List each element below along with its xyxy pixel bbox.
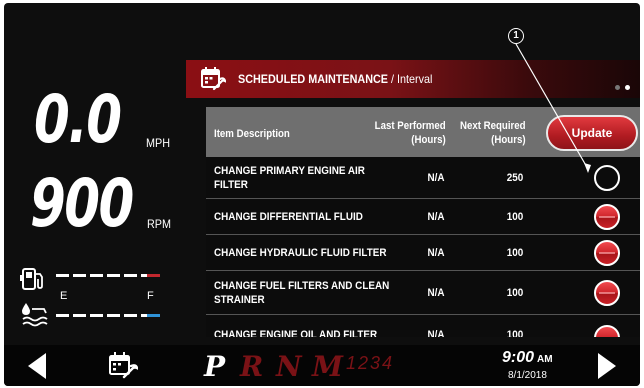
clock-date: 8/1/2018 xyxy=(508,370,547,381)
forward-arrow-icon[interactable] xyxy=(598,353,616,379)
gear-park: P xyxy=(204,350,226,383)
gear-reverse: R xyxy=(240,350,264,383)
callout-pointer xyxy=(515,43,591,173)
clock-hours: 9:00 xyxy=(502,349,535,366)
calendar-wrench-icon[interactable] xyxy=(108,351,138,379)
gear-numbers: 1234 xyxy=(346,353,395,373)
gear-manual: M xyxy=(312,350,343,383)
gear-neutral: N xyxy=(276,350,302,383)
clock-ampm: AM xyxy=(537,354,553,365)
clock-time: 9:00 AM xyxy=(502,349,553,367)
callout-number: 1 xyxy=(508,28,524,44)
back-arrow-icon[interactable] xyxy=(28,353,46,379)
bottom-bar: P R N M 1234 9:00 AM 8/1/2018 xyxy=(4,345,640,386)
maintenance-screen: 0.0 MPH 900 RPM E F SCHEDULED MAINTENANC… xyxy=(4,3,640,386)
